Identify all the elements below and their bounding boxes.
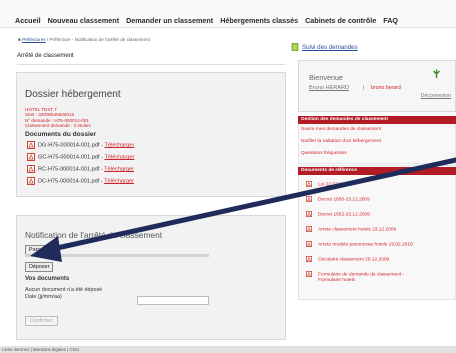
pdf-icon [27, 153, 35, 161]
document-file: DC-H75-000014-001.pdf - [38, 178, 105, 185]
nav-item-demander-classement[interactable]: Demander un classement [126, 16, 213, 25]
pdf-icon [27, 165, 35, 173]
reference-item-continued[interactable]: Formulaire hotels [318, 278, 355, 283]
document-row: DG-H75-000014-001.pdf - Télécharger [27, 141, 134, 149]
page-title: Arrêté de classement [17, 53, 74, 59]
dossier-info: HOTEL TEST 7 Siret : 34000645500015 N° d… [25, 107, 91, 129]
reference-label: Arrete modele panonceau hotels 19.02.201… [318, 242, 413, 248]
pdf-icon [306, 256, 312, 262]
reference-item[interactable]: Loi 22 07 2009 [306, 181, 350, 187]
download-link[interactable]: Télécharger [104, 166, 134, 172]
document-row: RC-H75-000014-001.pdf - Télécharger [27, 165, 134, 173]
user-short: bruno.herard [371, 85, 401, 91]
nav-item-nouveau-classement[interactable]: Nouveau classement [48, 16, 120, 25]
suivi-demandes-link[interactable]: Suivi des demandes [302, 44, 358, 51]
references-header: Documents de référence [298, 167, 456, 175]
reference-item[interactable]: Decret 1652-23.12.2009 [306, 211, 370, 217]
home-icon[interactable]: ■ [18, 37, 21, 42]
breadcrumb-prefectures-link[interactable]: Préfectures [22, 37, 46, 42]
breadcrumb: ■ Préfectures / Préfecture - Notificatio… [18, 37, 150, 42]
date-input[interactable] [137, 296, 209, 305]
reference-label: Decret 1652-23.12.2009 [318, 212, 370, 218]
gestion-link-suivre[interactable]: Suivre mes demandes de classement [301, 127, 381, 132]
nav-item-faq[interactable]: FAQ [383, 16, 398, 25]
reference-label: Formulaire de demande de classement - [318, 272, 405, 278]
pdf-icon [306, 226, 312, 232]
nav-item-hebergements-classes[interactable]: Hébergements classés [220, 16, 298, 25]
reference-label: Arrete classement hotels 23.12.2009 [318, 227, 397, 233]
document-file: RC-H75-000014-001.pdf - [38, 166, 105, 173]
user-separator: | [363, 85, 365, 91]
confirm-button[interactable]: Confirmer [25, 316, 58, 326]
gestion-header: Gestion des demandes de classement [298, 116, 456, 124]
top-navigation: Accueil Nouveau classement Demander un c… [0, 0, 456, 28]
dossier-panel: Dossier hébergement HOTEL TEST 7 Siret :… [16, 72, 286, 197]
deposit-button[interactable]: Déposer [25, 262, 54, 272]
reference-item[interactable]: Circulaire classement 29.12.2009 [306, 256, 389, 262]
reference-label: Decret 1650-23.12.2009 [318, 197, 370, 203]
date-label: Date (jj/mm/aa) [25, 294, 62, 300]
document-row: GC-H75-000014-001.pdf - Télécharger [27, 153, 134, 161]
pdf-icon [27, 177, 35, 185]
reference-item[interactable]: Formulaire de demande de classement - [306, 271, 404, 277]
pdf-icon [27, 141, 35, 149]
upload-field-bar [25, 254, 209, 257]
footer: Liens internes | Mentions légales | CGU [0, 346, 456, 353]
gestion-link-faq[interactable]: Questions fréquentes [301, 151, 347, 156]
breadcrumb-current: / Préfecture - Notification de l'arrêté … [45, 37, 150, 42]
pdf-icon [306, 196, 312, 202]
pdf-icon [306, 271, 312, 277]
download-link[interactable]: Télécharger [104, 154, 134, 160]
reference-label: Circulaire classement 29.12.2009 [318, 257, 390, 263]
logout-link[interactable]: Déconnexion [421, 93, 451, 99]
gestion-link-radiation[interactable]: Notifier la radiation d'un hébergement [301, 139, 381, 144]
nav-item-cabinets-controle[interactable]: Cabinets de contrôle [305, 16, 376, 25]
no-document-text: Aucun document n'a été déposé [25, 287, 103, 293]
document-file: GC-H75-000014-001.pdf - [38, 154, 105, 161]
plant-icon [433, 69, 440, 78]
pdf-icon [306, 241, 312, 247]
reference-item[interactable]: Arrete classement hotels 23.12.2009 [306, 226, 396, 232]
vos-documents-heading: Vos documents [25, 276, 70, 282]
reference-item[interactable]: Decret 1650-23.12.2009 [306, 196, 370, 202]
document-icon [291, 43, 299, 51]
pdf-icon [306, 181, 312, 187]
download-link[interactable]: Télécharger [104, 178, 134, 184]
user-name-link[interactable]: Bruno HERARD [309, 85, 349, 91]
document-file: DG-H75-000014-001.pdf - [38, 142, 105, 149]
notification-panel: Notification de l'arrêté de classement P… [16, 215, 286, 340]
documents-heading: Documents du dossier [25, 131, 97, 138]
reference-label: Loi 22 07 2009 [318, 182, 350, 188]
notification-title: Notification de l'arrêté de classement [25, 230, 163, 240]
nav-item-accueil[interactable]: Accueil [15, 16, 41, 25]
welcome-box: Bienvenue Bruno HERARD | bruno.herard Dé… [298, 60, 456, 112]
download-link[interactable]: Télécharger [104, 142, 134, 148]
dossier-title: Dossier hébergement [25, 89, 121, 100]
nav-links: Accueil Nouveau classement Demander un c… [15, 16, 403, 25]
pdf-icon [306, 211, 312, 217]
divider [17, 64, 285, 65]
document-row: DC-H75-000014-001.pdf - Télécharger [27, 177, 134, 185]
welcome-text: Bienvenue [309, 73, 343, 82]
reference-item[interactable]: Arrete modele panonceau hotels 19.02.201… [306, 241, 413, 247]
classement-demande: Classement demandé : 3 étoiles [25, 123, 91, 129]
